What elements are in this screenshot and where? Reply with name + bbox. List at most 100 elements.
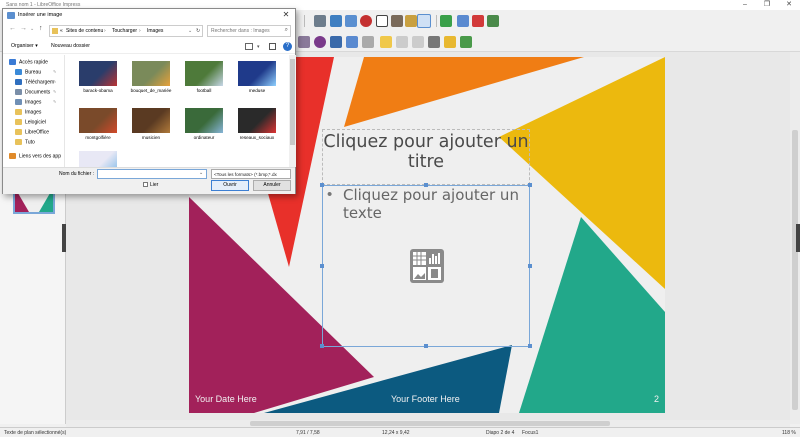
nav-item[interactable]: Accès rapide (9, 59, 48, 68)
resize-handle-r[interactable] (528, 264, 532, 268)
nav-item[interactable]: Bureau ✎ (15, 69, 56, 78)
file-thumbnail (79, 61, 117, 86)
curve-icon[interactable] (314, 36, 326, 48)
file-type-filter-value: <Tous les formats> (*.bmp;*.dx (214, 172, 277, 177)
arrange-icon[interactable] (362, 36, 374, 48)
breadcrumb-overflow[interactable]: « (60, 28, 63, 34)
status-bar: Texte de plan sélectionné(s) 7,91 / 7,58… (0, 427, 800, 437)
dialog-title: Insérer une image (18, 12, 63, 18)
recent-dropdown-icon[interactable]: ⌄ (30, 26, 34, 32)
file-name: meduse (248, 88, 266, 93)
breadcrumb-sites[interactable]: Sites de contenu (66, 28, 103, 34)
resize-handle-b[interactable] (424, 344, 428, 348)
text-box-icon[interactable] (376, 15, 388, 27)
toolbar-separator (304, 15, 305, 27)
glue-points-icon[interactable] (444, 36, 456, 48)
refresh-icon[interactable]: ↻ (196, 28, 200, 34)
resize-handle-l[interactable] (320, 264, 324, 268)
duplicate-slide-icon[interactable] (457, 15, 469, 27)
content-text[interactable]: Cliquez pour ajouter un texte (343, 186, 533, 222)
search-icon[interactable]: ⌕ (285, 27, 288, 34)
nav-item-label: Accès rapide (19, 59, 48, 66)
address-dropdown-icon[interactable]: ⌄ (188, 28, 192, 34)
nav-item[interactable]: Images ✎ (15, 99, 56, 108)
breadcrumb-separator: › (139, 28, 141, 34)
fontwork-icon[interactable] (405, 15, 417, 27)
address-bar[interactable]: « Sites de contenu › Toucharger › Images… (49, 25, 203, 37)
filename-input[interactable] (97, 169, 207, 179)
nav-item[interactable]: Lelogiciel (15, 119, 46, 128)
nav-item[interactable]: Images (15, 109, 41, 118)
display-grid-icon[interactable] (314, 15, 326, 27)
insert-video-icon[interactable] (428, 267, 441, 280)
breadcrumb-toucharger[interactable]: Toucharger (112, 28, 137, 34)
shadow-icon[interactable] (380, 36, 392, 48)
insert-table-icon[interactable] (413, 252, 426, 265)
resize-handle-t[interactable] (424, 183, 428, 187)
breadcrumb-images[interactable]: Images (147, 28, 163, 34)
insert-image-icon[interactable] (413, 267, 426, 280)
link-label: Lier (150, 182, 159, 188)
chart-icon[interactable] (345, 15, 357, 27)
sidebar-collapse-handle[interactable] (796, 224, 800, 252)
file-item[interactable]: meduse (233, 49, 281, 97)
points-icon[interactable] (428, 36, 440, 48)
filter-icon[interactable] (412, 36, 424, 48)
resize-handle-bl[interactable] (320, 344, 324, 348)
file-name: football (196, 88, 212, 93)
up-arrow-icon[interactable]: ↑ (39, 25, 43, 32)
search-box[interactable]: ⌕ (207, 25, 291, 37)
dialog-close-button[interactable]: ✕ (277, 9, 295, 22)
back-arrow-icon[interactable]: ← (9, 25, 16, 32)
title-placeholder[interactable]: Cliquez pour ajouter un titre (322, 132, 530, 172)
resize-handle-tr[interactable] (528, 183, 532, 187)
file-item[interactable]: bouquet_de_mariée (127, 49, 175, 97)
link-checkbox[interactable]: Lier (143, 182, 158, 188)
file-thumbnail (238, 61, 276, 86)
filename-dropdown-icon[interactable]: ⌄ (199, 170, 203, 176)
star-icon (9, 59, 16, 65)
table-icon[interactable] (417, 14, 431, 28)
minimize-button[interactable]: – (734, 0, 756, 10)
cancel-button[interactable]: Annuler (253, 180, 291, 191)
insert-chart-icon[interactable] (428, 252, 441, 265)
checkbox-box[interactable] (143, 182, 148, 188)
forward-arrow-icon[interactable]: → (20, 25, 27, 32)
toggle-extrusion-icon[interactable] (460, 36, 472, 48)
crop-icon[interactable] (396, 36, 408, 48)
file-item[interactable]: football (180, 49, 228, 97)
status-zoom[interactable]: 118 % (782, 430, 796, 436)
resize-handle-br[interactable] (528, 344, 532, 348)
maximize-button[interactable]: ❐ (756, 0, 778, 10)
file-item[interactable]: reseaux_sociaux (233, 96, 281, 144)
nav-item[interactable]: Documents ✎ (15, 89, 56, 98)
image-icon[interactable] (330, 15, 342, 27)
new-slide-icon[interactable] (440, 15, 452, 27)
title-line-1: Cliquez pour ajouter un (323, 132, 529, 152)
nav-item[interactable]: Tuto (15, 139, 35, 148)
close-window-button[interactable]: ✕ (778, 0, 800, 10)
file-list-scroll-thumb[interactable] (290, 59, 295, 145)
connector-icon[interactable] (330, 36, 342, 48)
resize-handle-tl[interactable] (320, 183, 324, 187)
nav-item[interactable]: Liens vers des app (9, 153, 61, 162)
slide-layout-icon[interactable] (487, 15, 499, 27)
file-item[interactable]: musicien (127, 96, 175, 144)
basic-shapes-icon[interactable] (298, 36, 310, 48)
organize-menu[interactable]: Organiser ▾ (11, 43, 38, 49)
nav-item[interactable]: LibreOffice (15, 129, 49, 138)
file-type-filter[interactable]: <Tous les formats> (*.bmp;*.dx (211, 169, 291, 179)
horizontal-scroll-thumb[interactable] (250, 421, 610, 426)
media-icon[interactable] (360, 15, 372, 27)
vertical-scroll-thumb[interactable] (792, 130, 798, 410)
file-item[interactable]: ordinateur (180, 96, 228, 144)
file-item[interactable]: montgolfière (74, 96, 122, 144)
file-item[interactable]: barack-obama (74, 49, 122, 97)
align-icon[interactable] (346, 36, 358, 48)
delete-slide-icon[interactable] (472, 15, 484, 27)
special-char-icon[interactable] (391, 15, 403, 27)
open-button[interactable]: Ouvrir (211, 180, 249, 191)
nav-item[interactable]: Téléchargem ✎ (15, 79, 56, 88)
search-input[interactable] (208, 26, 278, 36)
help-icon[interactable]: ? (283, 42, 292, 51)
